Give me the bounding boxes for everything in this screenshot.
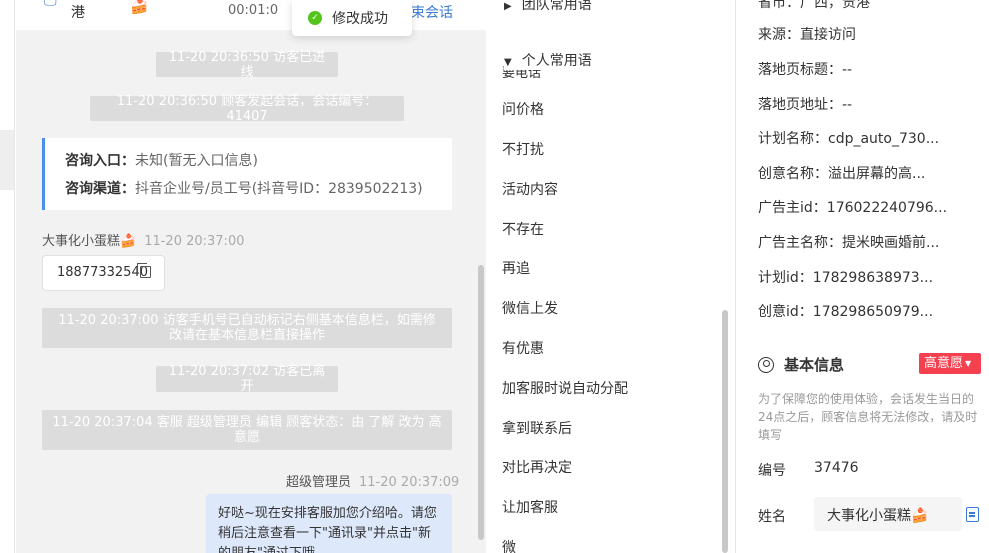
info-value: 176022240796...: [826, 200, 948, 216]
intent-status-value: 高意愿: [924, 356, 964, 371]
entry-value: 未知(暂无入口信息): [135, 153, 258, 169]
info-value: 提米映画婚前...: [842, 235, 940, 251]
channel-label: 咨询渠道：: [65, 181, 135, 197]
visitor-info-panel: 省市：广西，贵港 来源：直接访问 落地页标题：-- 落地页地址：-- 计划名称：…: [737, 0, 989, 553]
phone-number: 18877332540: [57, 265, 148, 280]
left-edge-tab[interactable]: [0, 130, 14, 190]
info-label: 计划名称：: [758, 131, 828, 147]
info-label: 落地页标题：: [758, 62, 842, 78]
agent-sender-name: 超级管理员: [286, 475, 352, 490]
visitor-emoji: 🍰: [130, 0, 149, 15]
id-value: 37476: [814, 460, 859, 476]
phrase-item[interactable]: 拿到联系后: [502, 418, 572, 438]
info-label: 广告主id：: [758, 200, 827, 216]
phrase-item[interactable]: 不打扰: [502, 139, 544, 159]
visitor-msg-time: 11-20 20:37:00: [144, 234, 245, 249]
info-value: 直接访问: [800, 27, 856, 43]
caret-down-icon: ▼: [965, 359, 972, 368]
system-message: 11-20 20:37:00 访客手机号已自动标记右侧基本信息栏，如需修改请在基…: [42, 308, 452, 348]
visitor-name: 港: [71, 5, 85, 21]
entry-row: 咨询入口：未知(暂无入口信息): [65, 150, 258, 170]
info-value: 178298650979...: [812, 304, 934, 320]
monitor-icon: 🖵: [44, 0, 57, 9]
copy-document-icon[interactable]: [966, 507, 979, 522]
chat-scrollbar[interactable]: [478, 265, 484, 540]
phrase-item[interactable]: 加客服时说自动分配: [502, 378, 628, 398]
personal-phrases-group[interactable]: ▼ 个人常用语: [504, 50, 598, 70]
info-value: --: [842, 62, 853, 78]
phrase-item[interactable]: 有优惠: [502, 338, 544, 358]
info-label: 创意名称：: [758, 166, 828, 182]
intent-status-dropdown[interactable]: 高意愿 ▼: [919, 353, 981, 374]
landing-url-row: 落地页地址：--: [758, 94, 852, 114]
phrase-item[interactable]: 问价格: [502, 99, 544, 119]
left-edge-strip: [0, 0, 15, 553]
phrase-item[interactable]: 不存在: [502, 219, 544, 239]
source-row: 来源：直接访问: [758, 24, 856, 44]
phrase-item[interactable]: 再追: [502, 258, 530, 278]
check-circle-icon: ✓: [308, 11, 322, 25]
channel-row: 咨询渠道：抖音企业号/员工号(抖音号ID：2839502213): [65, 178, 423, 198]
info-label: 计划id：: [758, 270, 813, 286]
system-message: 11-20 20:37:02 访客已离开: [156, 364, 338, 394]
info-value: --: [842, 97, 853, 113]
info-value: cdp_auto_730...: [828, 131, 940, 147]
advertiser-id-row: 广告主id：176022240796...: [758, 197, 947, 217]
advertiser-name-row: 广告主名称：提米映画婚前...: [758, 232, 939, 252]
phrase-item[interactable]: 活动内容: [502, 179, 558, 199]
id-label: 编号: [758, 463, 786, 479]
user-circle-icon: [758, 356, 774, 373]
system-message: 11-20 20:37:04 客服 超级管理员 编辑 顾客状态：由 了解 改为 …: [42, 410, 452, 450]
personal-phrases-label: 个人常用语: [521, 53, 592, 69]
team-phrases-label: 团队常用语: [521, 0, 592, 13]
toast-text: 修改成功: [332, 11, 388, 27]
entry-label: 咨询入口：: [65, 153, 135, 169]
creative-id-row: 创意id：178298650979...: [758, 301, 933, 321]
caret-right-icon: ▶: [504, 1, 512, 12]
region-row-partial: 省市：广西，贵港: [758, 0, 870, 11]
creative-name-row: 创意名称：溢出屏幕的高...: [758, 163, 925, 183]
system-message: 11-20 20:36:50 访客已进线: [156, 50, 338, 80]
chat-panel: 🖵 港 🍰 00:01:0 结束会话 ✓ 修改成功 11-20 20:36:50…: [16, 0, 486, 553]
phrase-item[interactable]: 对比再决定: [502, 457, 572, 477]
landing-title-row: 落地页标题：--: [758, 59, 852, 79]
basic-info-title: 基本信息: [758, 354, 844, 375]
agent-message-bubble: 好哒~现在安排客服加您介绍哈。请您稍后注意查看一下"通讯录"并点击"新的朋友"通…: [206, 494, 452, 553]
agent-msg-meta: 超级管理员 11-20 20:37:09: [286, 471, 459, 490]
edit-notice: 为了保障您的使用体验，会话发生当日的24点之后，顾客信息将无法修改，请及时填写: [758, 392, 978, 442]
common-phrases-panel: ▶ 团队常用语 要电话 ▼ 个人常用语 问价格 不打扰 活动内容 不存在 再追 微信…: [486, 0, 736, 553]
plan-id-row: 计划id：178298638973...: [758, 267, 933, 287]
name-field[interactable]: 大事化小蛋糕🍰: [814, 497, 962, 531]
info-value: 溢出屏幕的高...: [828, 166, 926, 182]
consult-info-card: 咨询入口：未知(暂无入口信息) 咨询渠道：抖音企业号/员工号(抖音号ID：283…: [42, 138, 452, 210]
plan-name-row: 计划名称：cdp_auto_730...: [758, 128, 939, 148]
info-label: 广告主名称：: [758, 235, 842, 251]
session-timer: 00:01:0: [228, 3, 279, 18]
agent-msg-time: 11-20 20:37:09: [359, 475, 460, 490]
phrase-item[interactable]: 微: [502, 537, 516, 553]
success-toast: ✓ 修改成功: [292, 0, 412, 36]
copy-icon[interactable]: [137, 263, 151, 278]
phrase-item[interactable]: 让加客服: [502, 497, 558, 517]
chat-header: 🖵 港 🍰 00:01:0 结束会话: [16, 0, 486, 30]
info-value: 178298638973...: [812, 270, 934, 286]
system-message: 11-20 20:36:50 顾客发起会话，会话编号：41407: [90, 94, 404, 124]
info-label: 创意id：: [758, 304, 813, 320]
visitor-msg-meta: 大事化小蛋糕🍰 11-20 20:37:00: [42, 230, 244, 249]
phone-message-bubble: 18877332540: [42, 255, 165, 291]
visitor-sender-name: 大事化小蛋糕🍰: [42, 234, 137, 249]
team-phrases-group[interactable]: ▶ 团队常用语: [504, 0, 592, 14]
info-label: 来源：: [758, 27, 800, 43]
caret-down-icon: ▼: [504, 57, 512, 68]
phrases-scrollbar[interactable]: [722, 310, 728, 553]
phrase-item[interactable]: 微信上发: [502, 298, 558, 318]
basic-info-label: 基本信息: [784, 356, 845, 374]
name-label: 姓名: [758, 509, 786, 525]
channel-value: 抖音企业号/员工号(抖音号ID：2839502213): [135, 181, 423, 197]
info-label: 落地页地址：: [758, 97, 842, 113]
